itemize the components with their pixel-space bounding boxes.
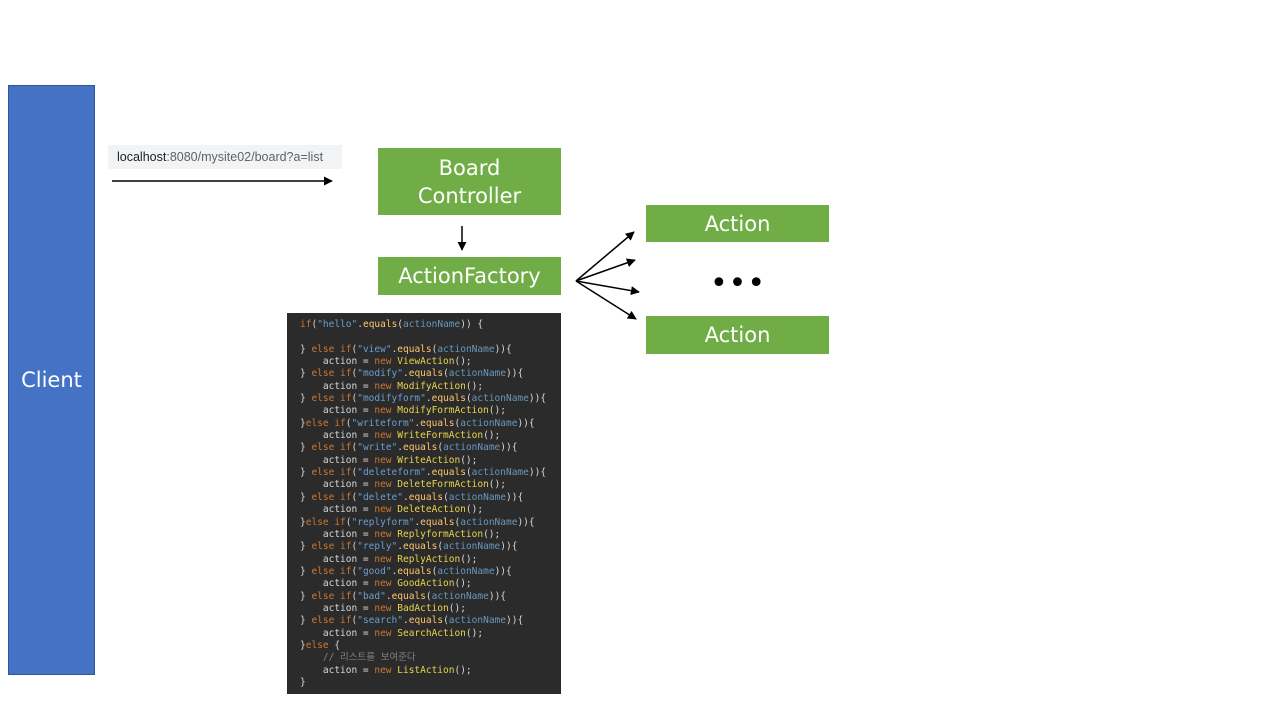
arrow-factory-to-action-2 (575, 258, 636, 282)
connector-arrows (112, 176, 640, 320)
arrow-factory-to-action-1 (575, 231, 635, 282)
